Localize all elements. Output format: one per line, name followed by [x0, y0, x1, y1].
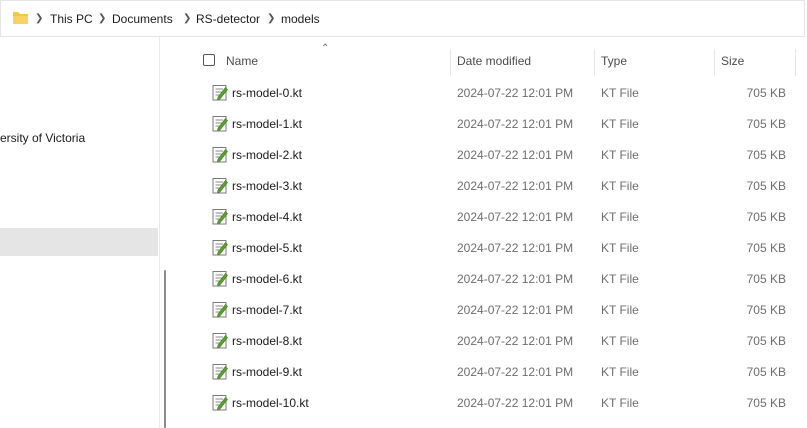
- file-name: rs-model-9.kt: [232, 365, 303, 379]
- file-size: 705 KB: [746, 396, 786, 410]
- file-date-modified: 2024-07-22 12:01 PM: [457, 148, 574, 162]
- file-row[interactable]: rs-model-6.kt 2024-07-22 12:01 PM KT Fil…: [190, 263, 807, 294]
- breadcrumb-this-pc[interactable]: This PC: [50, 12, 93, 26]
- file-date-modified: 2024-07-22 12:01 PM: [457, 365, 574, 379]
- file-date-modified: 2024-07-22 12:01 PM: [457, 303, 574, 317]
- file-date-modified: 2024-07-22 12:01 PM: [457, 272, 574, 286]
- file-size: 705 KB: [746, 148, 786, 162]
- nav-item-university[interactable]: ersity of Victoria: [0, 131, 85, 145]
- file-name: rs-model-1.kt: [232, 117, 303, 131]
- column-header-type[interactable]: Type: [601, 54, 627, 68]
- column-divider[interactable]: [795, 49, 796, 76]
- file-size: 705 KB: [746, 365, 786, 379]
- file-date-modified: 2024-07-22 12:01 PM: [457, 210, 574, 224]
- folder-icon: [12, 11, 29, 30]
- text-file-icon: [212, 208, 228, 230]
- file-row[interactable]: rs-model-2.kt 2024-07-22 12:01 PM KT Fil…: [190, 139, 807, 170]
- file-row[interactable]: rs-model-10.kt 2024-07-22 12:01 PM KT Fi…: [190, 387, 807, 418]
- breadcrumb-documents[interactable]: Documents: [112, 12, 173, 26]
- file-type: KT File: [601, 241, 639, 255]
- chevron-right-icon[interactable]: ❯: [183, 13, 191, 24]
- breadcrumb-models[interactable]: models: [281, 12, 320, 26]
- text-file-icon: [212, 394, 228, 416]
- file-name: rs-model-5.kt: [232, 241, 303, 255]
- navigation-pane: ersity of Victoria: [0, 37, 160, 428]
- text-file-icon: [212, 146, 228, 168]
- nav-item-selected[interactable]: [0, 228, 158, 256]
- file-row[interactable]: rs-model-5.kt 2024-07-22 12:01 PM KT Fil…: [190, 232, 807, 263]
- file-date-modified: 2024-07-22 12:01 PM: [457, 396, 574, 410]
- pane-divider[interactable]: [159, 37, 160, 428]
- file-row[interactable]: rs-model-4.kt 2024-07-22 12:01 PM KT Fil…: [190, 201, 807, 232]
- file-name: rs-model-2.kt: [232, 148, 303, 162]
- file-size: 705 KB: [746, 117, 786, 131]
- file-type: KT File: [601, 210, 639, 224]
- file-name: rs-model-7.kt: [232, 303, 303, 317]
- file-type: KT File: [601, 117, 639, 131]
- file-type: KT File: [601, 148, 639, 162]
- file-type: KT File: [601, 396, 639, 410]
- file-name: rs-model-3.kt: [232, 179, 303, 193]
- file-name: rs-model-4.kt: [232, 210, 303, 224]
- text-file-icon: [212, 239, 228, 261]
- file-name: rs-model-8.kt: [232, 334, 303, 348]
- file-type: KT File: [601, 179, 639, 193]
- file-size: 705 KB: [746, 334, 786, 348]
- file-name: rs-model-10.kt: [232, 396, 309, 410]
- file-date-modified: 2024-07-22 12:01 PM: [457, 117, 574, 131]
- text-file-icon: [212, 363, 228, 385]
- file-type: KT File: [601, 365, 639, 379]
- text-file-icon: [212, 84, 228, 106]
- file-date-modified: 2024-07-22 12:01 PM: [457, 86, 574, 100]
- column-header-date[interactable]: Date modified: [457, 54, 531, 68]
- address-bar[interactable]: ❯ This PC ❯ Documents ❯ RS-detector ❯ mo…: [0, 0, 805, 37]
- file-row[interactable]: rs-model-0.kt 2024-07-22 12:01 PM KT Fil…: [190, 77, 807, 108]
- file-type: KT File: [601, 303, 639, 317]
- file-size: 705 KB: [746, 241, 786, 255]
- file-row[interactable]: rs-model-1.kt 2024-07-22 12:01 PM KT Fil…: [190, 108, 807, 139]
- chevron-right-icon[interactable]: ❯: [35, 13, 43, 24]
- file-name: rs-model-6.kt: [232, 272, 303, 286]
- file-type: KT File: [601, 86, 639, 100]
- text-file-icon: [212, 270, 228, 292]
- file-name: rs-model-0.kt: [232, 86, 303, 100]
- file-row[interactable]: rs-model-9.kt 2024-07-22 12:01 PM KT Fil…: [190, 356, 807, 387]
- text-file-icon: [212, 301, 228, 323]
- chevron-right-icon[interactable]: ❯: [267, 13, 275, 24]
- chevron-right-icon[interactable]: ❯: [98, 13, 106, 24]
- file-date-modified: 2024-07-22 12:01 PM: [457, 334, 574, 348]
- file-date-modified: 2024-07-22 12:01 PM: [457, 179, 574, 193]
- text-file-icon: [212, 177, 228, 199]
- column-divider[interactable]: [594, 49, 595, 76]
- file-type: KT File: [601, 272, 639, 286]
- file-row[interactable]: rs-model-7.kt 2024-07-22 12:01 PM KT Fil…: [190, 294, 807, 325]
- file-size: 705 KB: [746, 86, 786, 100]
- column-divider[interactable]: [450, 49, 451, 76]
- nav-scrollbar[interactable]: [164, 270, 166, 428]
- file-size: 705 KB: [746, 179, 786, 193]
- breadcrumb-rs-detector[interactable]: RS-detector: [196, 12, 260, 26]
- file-size: 705 KB: [746, 303, 786, 317]
- file-row[interactable]: rs-model-3.kt 2024-07-22 12:01 PM KT Fil…: [190, 170, 807, 201]
- select-all-checkbox[interactable]: [203, 54, 215, 66]
- file-row[interactable]: rs-model-8.kt 2024-07-22 12:01 PM KT Fil…: [190, 325, 807, 356]
- column-header-size[interactable]: Size: [721, 54, 744, 68]
- file-date-modified: 2024-07-22 12:01 PM: [457, 241, 574, 255]
- column-divider[interactable]: [714, 49, 715, 76]
- sort-ascending-icon: ⌃: [321, 43, 330, 54]
- file-size: 705 KB: [746, 210, 786, 224]
- column-header-name[interactable]: Name: [226, 54, 258, 68]
- file-type: KT File: [601, 334, 639, 348]
- file-size: 705 KB: [746, 272, 786, 286]
- text-file-icon: [212, 115, 228, 137]
- text-file-icon: [212, 332, 228, 354]
